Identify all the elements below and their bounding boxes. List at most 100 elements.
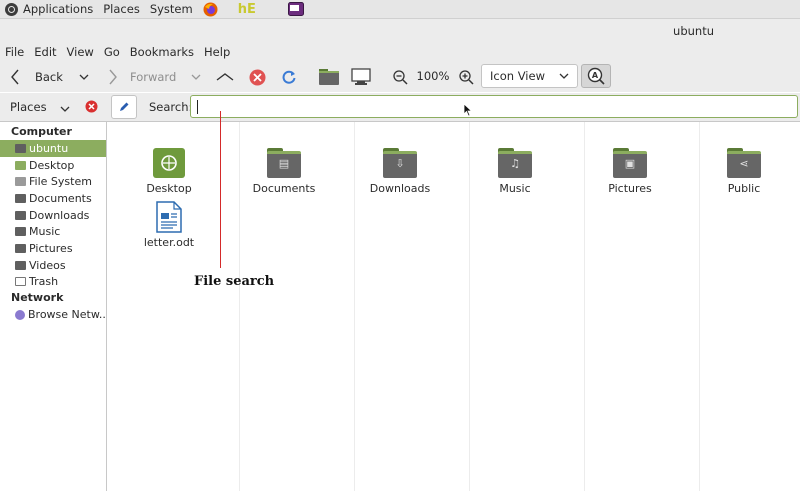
network-icon <box>15 309 25 320</box>
downloads-folder-icon: ⇩ <box>383 148 417 178</box>
desktop-icon <box>15 160 26 170</box>
forward-button[interactable]: Forward <box>108 67 176 87</box>
sidebar-pane-label: Places <box>10 100 47 114</box>
sidebar-item-ubuntu[interactable]: ubuntu <box>0 140 106 157</box>
hexchat-launcher[interactable]: hE <box>223 0 261 18</box>
menu-edit[interactable]: Edit <box>29 45 61 59</box>
folder-icon <box>15 227 26 237</box>
zoom-in-icon <box>459 70 474 85</box>
file-item-label: Music <box>499 182 531 195</box>
system-menu[interactable]: System <box>145 0 198 18</box>
folder-icon <box>15 210 26 220</box>
sidebar-item-downloads[interactable]: Downloads <box>0 207 106 224</box>
sidebar-item-browse-network[interactable]: Browse Netw... <box>0 306 106 323</box>
forward-label: Forward <box>130 70 177 84</box>
annotation-label: File search <box>194 274 275 289</box>
document-file-icon <box>156 201 182 233</box>
menu-help[interactable]: Help <box>199 45 235 59</box>
menu-file[interactable]: File <box>0 45 29 59</box>
menu-bookmarks[interactable]: Bookmarks <box>125 45 199 59</box>
places-menu-label: Places <box>103 2 140 16</box>
sidebar-item-label: File System <box>29 175 92 189</box>
computer-icon <box>351 68 371 85</box>
back-button[interactable]: Back <box>10 67 63 87</box>
pictures-folder-icon: ▣ <box>613 148 647 178</box>
sidebar-heading-network: Network <box>11 291 64 305</box>
home-button[interactable] <box>318 66 340 88</box>
chevron-down-icon <box>191 74 201 80</box>
sidebar-heading-computer: Computer <box>11 125 72 138</box>
zoom-out-button[interactable] <box>390 67 410 87</box>
file-item-music[interactable]: ♫ Music <box>460 148 570 195</box>
file-item-letter-odt[interactable]: letter.odt <box>114 201 224 249</box>
view-mode-label: Icon View <box>490 69 545 83</box>
music-folder-icon: ♫ <box>498 148 532 178</box>
reload-button[interactable] <box>279 67 299 87</box>
documents-folder-icon: ▤ <box>267 148 301 178</box>
pencil-icon <box>120 102 129 111</box>
file-item-label: letter.odt <box>143 236 195 249</box>
places-menu[interactable]: Places <box>98 0 145 18</box>
file-item-public[interactable]: ⋖ Public <box>689 148 799 195</box>
terminal-launcher[interactable] <box>283 0 309 18</box>
up-button[interactable] <box>215 67 235 87</box>
sidebar-pane-dropdown[interactable] <box>60 102 70 116</box>
close-sidebar-button[interactable] <box>85 100 98 116</box>
sidebar-item-label: Browse Netw... <box>28 308 106 322</box>
hexchat-icon: hE <box>237 1 256 17</box>
mouse-pointer-icon <box>463 103 473 117</box>
file-item-label: Downloads <box>369 182 431 195</box>
desktop-folder-icon <box>153 148 185 178</box>
view-mode-select[interactable]: Icon View <box>481 64 578 88</box>
search-icon: A <box>587 67 605 85</box>
file-item-downloads[interactable]: ⇩ Downloads <box>345 148 455 195</box>
back-history-dropdown[interactable] <box>78 67 90 87</box>
zoom-in-button[interactable] <box>456 67 476 87</box>
sidebar-item-documents[interactable]: Documents <box>0 190 106 207</box>
file-item-documents[interactable]: ▤ Documents <box>229 148 339 195</box>
firefox-icon <box>203 2 218 16</box>
sidebar-item-label: Downloads <box>29 208 90 222</box>
reload-icon <box>282 70 296 84</box>
svg-text:A: A <box>592 71 599 80</box>
applications-menu[interactable]: Applications <box>0 0 98 18</box>
sidebar-item-label: Videos <box>29 258 66 272</box>
chevron-down-icon <box>559 73 569 79</box>
system-menu-label: System <box>149 2 193 16</box>
zoom-level: 100% <box>416 69 450 83</box>
sidebar-item-label: Desktop <box>29 158 75 172</box>
sidebar-item-trash[interactable]: Trash <box>0 274 106 291</box>
forward-history-dropdown[interactable] <box>190 67 202 87</box>
annotation-line <box>220 111 221 268</box>
up-arrow-icon <box>216 73 234 81</box>
sidebar-item-label: Documents <box>29 191 92 205</box>
toggle-location-entry-button[interactable] <box>111 95 137 119</box>
close-icon <box>85 100 98 113</box>
text-cursor <box>197 100 198 114</box>
top-panel: Applications Places System hE <box>0 0 800 19</box>
stop-icon <box>249 69 265 85</box>
back-arrow-icon <box>11 69 19 85</box>
folder-icon <box>15 193 26 203</box>
ubuntu-logo-icon <box>5 2 18 16</box>
zoom-out-icon <box>393 70 408 85</box>
chevron-down-icon <box>79 74 89 80</box>
search-input[interactable] <box>190 95 798 118</box>
file-item-pictures[interactable]: ▣ Pictures <box>575 148 685 195</box>
stop-button[interactable] <box>247 67 267 87</box>
search-toggle-button[interactable]: A <box>581 64 611 88</box>
sidebar-item-pictures[interactable]: Pictures <box>0 240 106 257</box>
firefox-launcher[interactable] <box>198 0 223 18</box>
search-label: Search: <box>149 100 193 114</box>
computer-button[interactable] <box>350 66 372 88</box>
forward-arrow-icon <box>109 69 117 85</box>
sidebar-item-desktop[interactable]: Desktop <box>0 157 106 174</box>
sidebar-item-file-system[interactable]: File System <box>0 173 106 190</box>
file-item-desktop[interactable]: Desktop <box>114 148 224 195</box>
sidebar-item-music[interactable]: Music <box>0 223 106 240</box>
menu-bar: File Edit View Go Bookmarks Help <box>0 43 800 61</box>
menu-go[interactable]: Go <box>99 45 125 59</box>
sidebar-item-label: Pictures <box>29 241 73 255</box>
menu-view[interactable]: View <box>62 45 99 59</box>
sidebar-item-videos[interactable]: Videos <box>0 257 106 274</box>
